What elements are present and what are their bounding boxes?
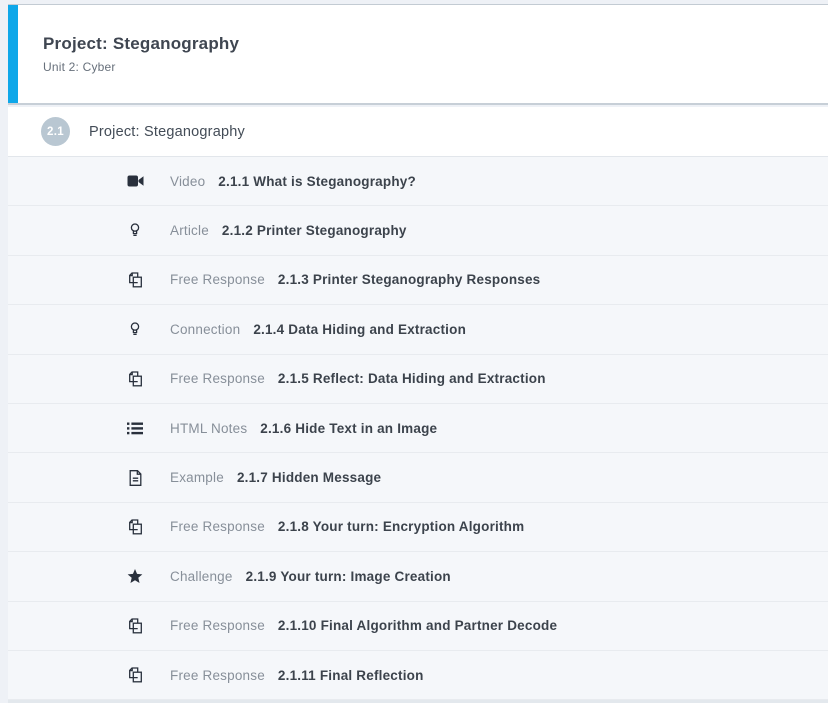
lesson-row[interactable]: Challenge 2.1.9 Your turn: Image Creatio… (8, 552, 828, 601)
section-header-row[interactable]: 2.1 Project: Steganography (8, 107, 828, 157)
section-number-badge: 2.1 (41, 117, 70, 146)
unit-breadcrumb: Unit 2: Cyber (43, 60, 239, 74)
lightbulb-icon (123, 222, 147, 240)
lesson-title-link[interactable]: 2.1.10 Final Algorithm and Partner Decod… (278, 618, 557, 633)
lesson-title-link[interactable]: 2.1.2 Printer Steganography (222, 223, 407, 238)
lesson-title-link[interactable]: 2.1.3 Printer Steganography Responses (278, 272, 540, 287)
list-icon (123, 419, 147, 437)
lesson-type-label: Article (170, 223, 209, 238)
lesson-row[interactable]: Free Response 2.1.3 Printer Steganograph… (8, 256, 828, 305)
copy-icon (123, 666, 147, 684)
lesson-list: Video 2.1.1 What is Steganography? Artic… (8, 157, 828, 703)
module-header-text: Project: Steganography Unit 2: Cyber (18, 5, 239, 103)
lesson-title-link[interactable]: 2.1.7 Hidden Message (237, 470, 381, 485)
lightbulb-icon (123, 320, 147, 338)
lesson-title-link[interactable]: 2.1.11 Final Reflection (278, 668, 424, 683)
lesson-type-label: Connection (170, 322, 240, 337)
lesson-type-label: Free Response (170, 668, 265, 683)
unit-accent-bar (8, 5, 18, 103)
video-icon (123, 172, 147, 190)
copy-icon (123, 370, 147, 388)
lesson-type-label: Free Response (170, 272, 265, 287)
star-icon (123, 567, 147, 585)
lesson-type-label: Free Response (170, 371, 265, 386)
lesson-type-label: Video (170, 174, 205, 189)
module-header: Project: Steganography Unit 2: Cyber (8, 4, 828, 105)
lesson-row[interactable]: HTML Notes 2.1.6 Hide Text in an Image (8, 404, 828, 453)
lesson-row[interactable]: Free Response 2.1.5 Reflect: Data Hiding… (8, 355, 828, 404)
copy-icon (123, 271, 147, 289)
module-title: Project: Steganography (43, 34, 239, 54)
lesson-row[interactable]: Video 2.1.1 What is Steganography? (8, 157, 828, 206)
lesson-title-link[interactable]: 2.1.6 Hide Text in an Image (260, 421, 437, 436)
lesson-title-link[interactable]: 2.1.4 Data Hiding and Extraction (253, 322, 466, 337)
lesson-type-label: Challenge (170, 569, 233, 584)
lesson-type-label: HTML Notes (170, 421, 247, 436)
lesson-row[interactable]: Free Response 2.1.11 Final Reflection (8, 651, 828, 700)
lesson-row[interactable]: Article 2.1.2 Printer Steganography (8, 206, 828, 255)
lesson-title-link[interactable]: 2.1.8 Your turn: Encryption Algorithm (278, 519, 524, 534)
lesson-type-label: Free Response (170, 519, 265, 534)
module-page: Project: Steganography Unit 2: Cyber 2.1… (0, 0, 828, 703)
lesson-title-link[interactable]: 2.1.1 What is Steganography? (218, 174, 416, 189)
lesson-title-link[interactable]: 2.1.9 Your turn: Image Creation (246, 569, 451, 584)
lesson-row[interactable]: Free Response 2.1.10 Final Algorithm and… (8, 602, 828, 651)
section-title: Project: Steganography (89, 124, 245, 140)
lesson-row[interactable]: Connection 2.1.4 Data Hiding and Extract… (8, 305, 828, 354)
lesson-row[interactable]: Free Response 2.1.8 Your turn: Encryptio… (8, 503, 828, 552)
document-icon (123, 469, 147, 487)
lesson-type-label: Free Response (170, 618, 265, 633)
lesson-title-link[interactable]: 2.1.5 Reflect: Data Hiding and Extractio… (278, 371, 546, 386)
copy-icon (123, 518, 147, 536)
lesson-row[interactable]: Example 2.1.7 Hidden Message (8, 453, 828, 502)
lesson-type-label: Example (170, 470, 224, 485)
copy-icon (123, 617, 147, 635)
